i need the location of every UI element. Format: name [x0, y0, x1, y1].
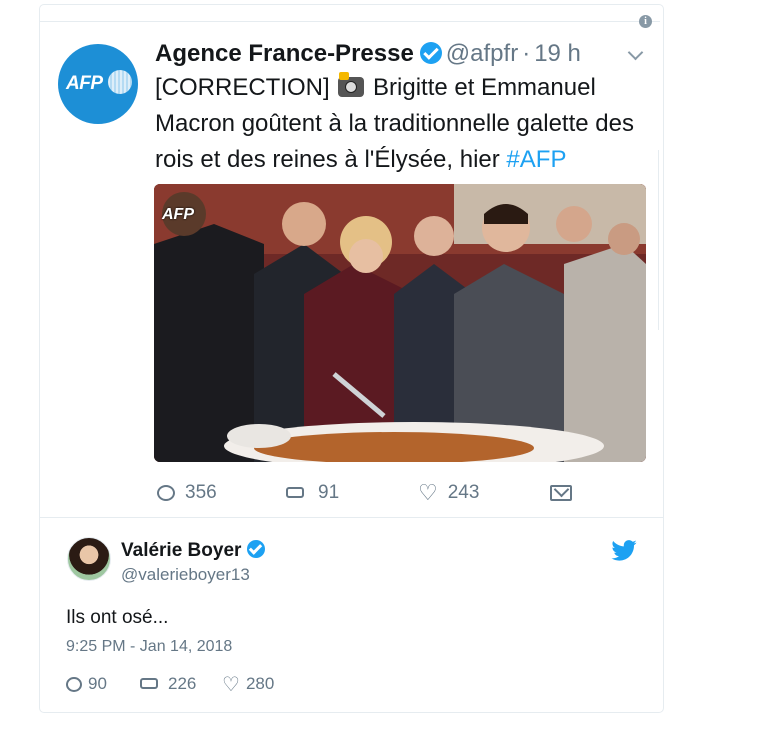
tweet-photo[interactable]: AFP [154, 184, 646, 462]
author-name-row: Valérie Boyer [121, 540, 269, 562]
avatar[interactable]: AFP [58, 44, 138, 124]
message-icon [550, 485, 572, 501]
retweet-action[interactable]: 91 [284, 480, 339, 506]
author-name[interactable]: Agence France-Presse [155, 40, 414, 67]
reply-icon [157, 485, 175, 501]
quoted-tweet-header: Agence France-Presse @afpfr · 19 h [155, 38, 581, 70]
verified-icon [419, 42, 442, 64]
camera-emoji-icon [338, 72, 365, 97]
timestamp[interactable]: 19 h [534, 40, 581, 67]
reply-icon [66, 677, 82, 692]
like-action[interactable]: ♡ 243 [418, 480, 479, 506]
heart-icon: ♡ [222, 674, 240, 696]
retweet-count: 226 [168, 674, 197, 693]
like-count: 280 [245, 674, 275, 693]
author-handle[interactable]: @afpfr [446, 40, 518, 67]
photo-watermark: AFP [162, 206, 194, 223]
reply-count: 90 [88, 674, 107, 693]
retweet-icon [284, 485, 308, 501]
like-action[interactable]: ♡ 280 [222, 672, 274, 698]
retweet-action[interactable]: 226 [138, 672, 196, 698]
reply-action[interactable]: 90 [66, 672, 107, 698]
afp-logo-text: AFP [66, 73, 103, 94]
message-action[interactable] [550, 480, 572, 506]
tweet-timestamp[interactable]: 9:25 PM - Jan 14, 2018 [66, 637, 232, 657]
globe-icon [108, 70, 132, 94]
quoted-tweet-text: [CORRECTION] Brigitte et Emmanuel Macron… [155, 70, 655, 178]
photo-illustration [154, 184, 646, 462]
avatar[interactable] [67, 537, 111, 581]
twitter-bird-icon[interactable] [611, 540, 637, 561]
reply-count: 356 [185, 482, 217, 503]
like-count: 243 [447, 482, 480, 503]
separator: · [522, 40, 531, 67]
author-name[interactable]: Valérie Boyer [121, 540, 241, 561]
hashtag-link[interactable]: #AFP [506, 146, 566, 173]
retweet-icon [138, 676, 162, 692]
retweet-count: 91 [318, 482, 340, 503]
heart-icon: ♡ [418, 480, 438, 505]
tweet-text-start: [CORRECTION] [155, 74, 337, 101]
reply-action[interactable]: 356 [157, 480, 217, 506]
tweet-text: Ils ont osé... [66, 607, 169, 628]
verified-icon [247, 540, 266, 558]
author-handle[interactable]: @valerieboyer13 [121, 565, 250, 585]
